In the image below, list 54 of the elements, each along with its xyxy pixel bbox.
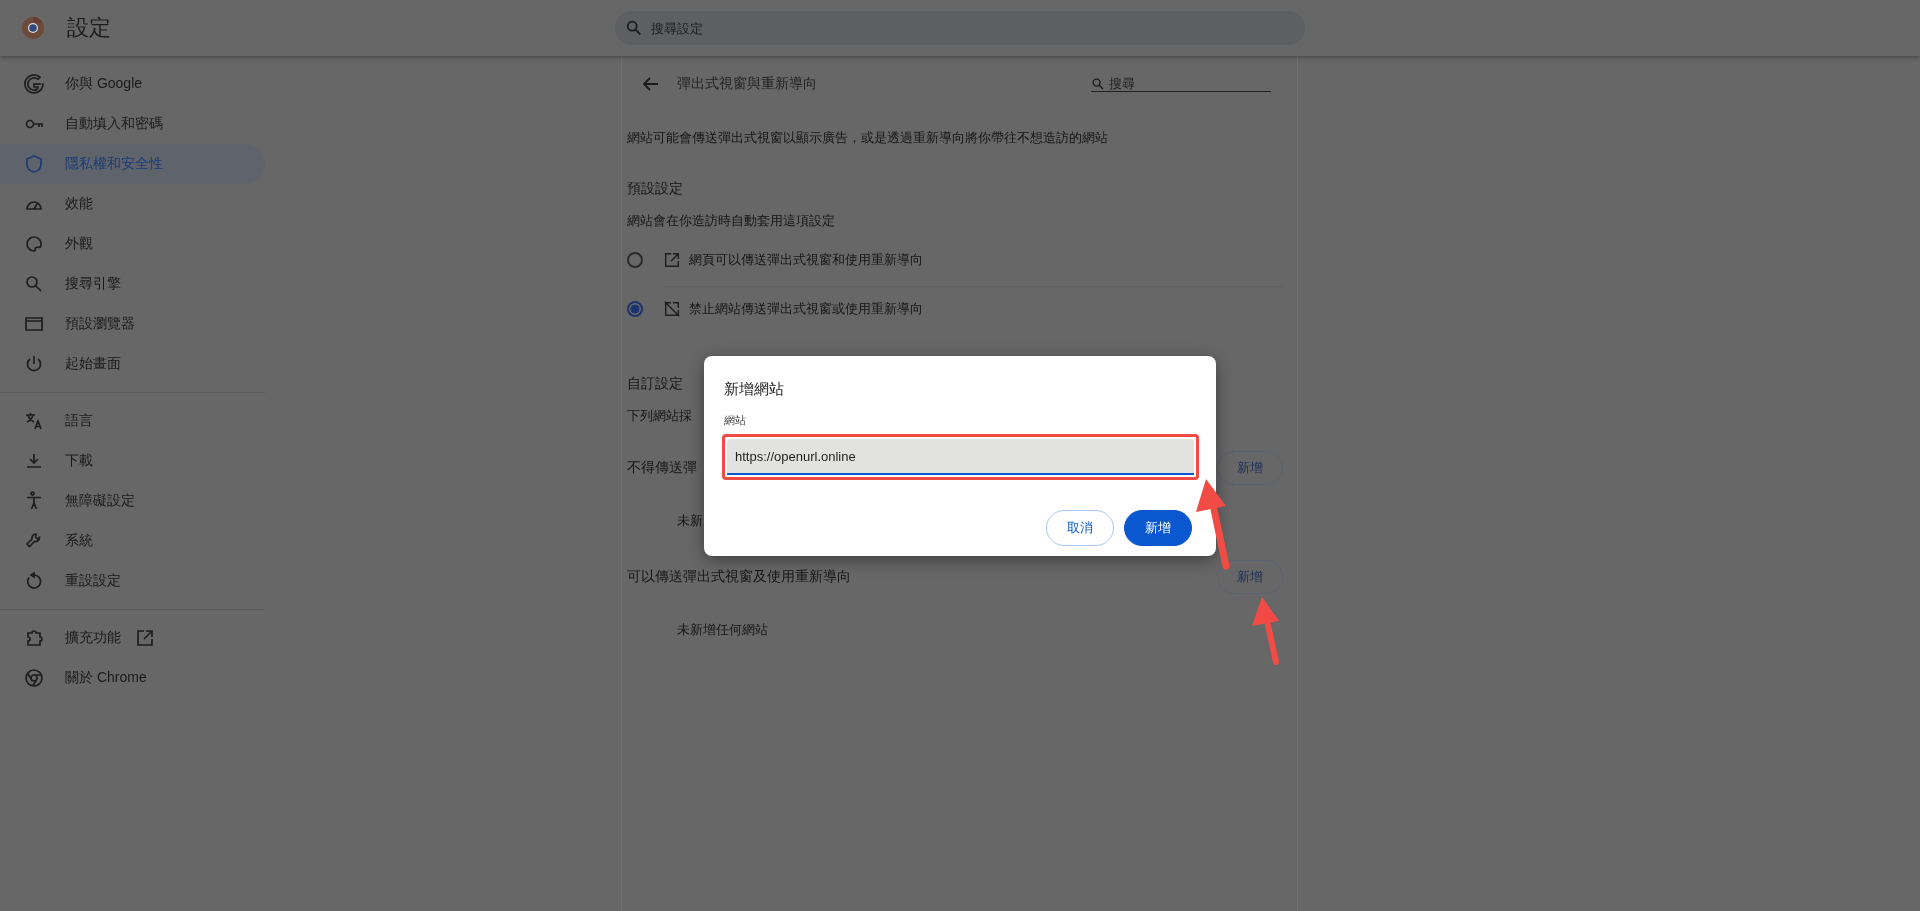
sidebar-item[interactable]: 外觀 [0, 224, 265, 264]
description-text: 網站可能會傳送彈出式視窗以顯示廣告，或是透過重新導向將你帶往不想造訪的網站 [627, 129, 1109, 147]
search-icon [1091, 76, 1105, 91]
sidebar-item[interactable]: 預設瀏覽器 [0, 304, 265, 344]
sidebar-item[interactable]: 關於 Chrome [0, 658, 265, 698]
cancel-button[interactable]: 取消 [1046, 510, 1114, 546]
sidebar-item[interactable]: 重設設定 [0, 561, 265, 601]
translate-icon [24, 411, 44, 431]
shield-icon [24, 154, 44, 174]
search-field[interactable]: 搜尋設定 [615, 11, 1305, 45]
list-title: 不得傳送彈 [627, 459, 697, 477]
sidebar-item[interactable]: 效能 [0, 184, 265, 224]
sidebar-item[interactable]: 隱私權和安全性 [0, 144, 265, 184]
sidebar-item[interactable]: 擴充功能 [0, 618, 265, 658]
search-field[interactable]: 搜尋 [1109, 76, 1271, 91]
puzzle-icon [24, 628, 44, 648]
dialog-title: 新增網站 [724, 380, 785, 399]
browser-window-icon [24, 314, 44, 334]
accessibility-icon [24, 491, 44, 511]
power-icon [24, 354, 44, 374]
sidebar-item[interactable]: 無障礙設定 [0, 481, 265, 521]
sidebar-item[interactable]: 起始畫面 [0, 344, 265, 384]
radio-button[interactable] [627, 301, 643, 317]
sidebar-item[interactable]: 下載 [0, 441, 265, 481]
external-window-icon [663, 251, 681, 269]
section-note: 下列網站採 [627, 407, 692, 425]
search-icon [625, 19, 643, 37]
google-g-icon [24, 74, 44, 94]
field-label: 網站 [724, 413, 747, 428]
reset-icon [24, 571, 44, 591]
sidebar-item[interactable]: 系統 [0, 521, 265, 561]
chrome-icon [24, 668, 44, 688]
url-input-field[interactable]: https://openurl.online [727, 439, 1194, 475]
blocked-window-icon [663, 300, 681, 318]
annotation-arrow [1252, 597, 1279, 665]
page-title: 設定 [67, 14, 111, 42]
sidebar-item[interactable]: 搜尋引擎 [0, 264, 265, 304]
list-title: 可以傳送彈出式視窗及使用重新導向 [627, 568, 851, 586]
option-label: 網頁可以傳送彈出式視窗和使用重新導向 [689, 251, 923, 269]
download-icon [24, 451, 44, 471]
add-button[interactable]: 新增 [1124, 510, 1192, 546]
option-label: 禁止網站傳送彈出式視窗或使用重新導向 [689, 300, 923, 318]
section-heading: 預設設定 [627, 180, 683, 198]
radio-button[interactable] [627, 252, 643, 268]
section-note: 網站會在你造訪時自動套用這項設定 [627, 212, 835, 230]
sidebar-item[interactable]: 自動填入和密碼 [0, 104, 265, 144]
sidebar-item[interactable]: 你與 Google [0, 64, 265, 104]
section-title: 彈出式視窗與重新導向 [677, 75, 818, 93]
sidebar-item[interactable]: 語言 [0, 401, 265, 441]
empty-list-text: 未新 [677, 512, 703, 530]
section-heading: 自訂設定 [627, 375, 683, 393]
chrome-logo-icon [21, 16, 45, 40]
search-icon [24, 274, 44, 294]
empty-list-text: 未新增任何網站 [677, 621, 768, 639]
